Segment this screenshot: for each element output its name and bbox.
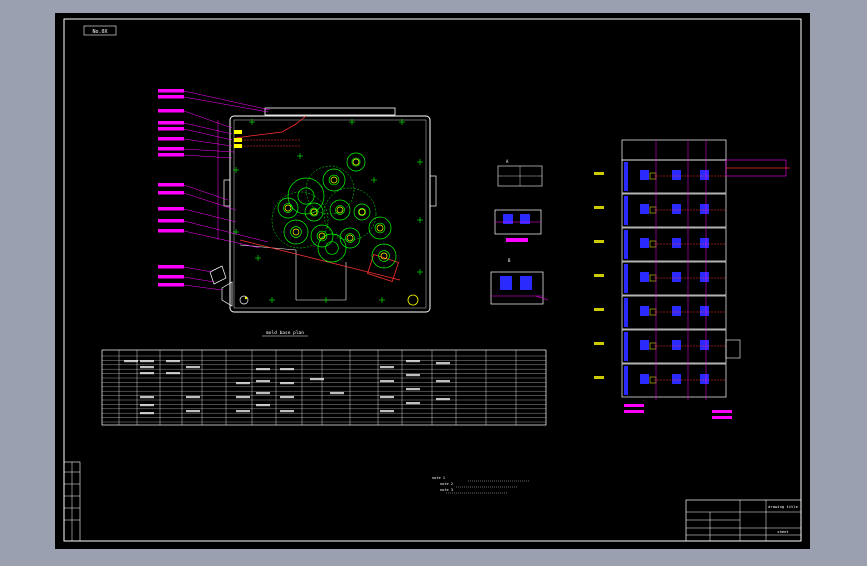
- callout-label: [158, 191, 184, 195]
- section-dimension: [594, 342, 604, 345]
- cad-drawing-canvas: No.0X mold base plan A B note 1 note 2 n…: [55, 13, 810, 549]
- section-callout: [712, 416, 732, 419]
- table-cell-entry: [256, 404, 270, 407]
- table-cell-entry: [140, 412, 154, 415]
- callout-label: [158, 207, 184, 211]
- sheet-tag: No.0X: [92, 29, 107, 35]
- table-cell-entry: [140, 372, 154, 375]
- table-cell-entry: [236, 396, 250, 399]
- table-cell-entry: [330, 392, 344, 395]
- section-dimension: [594, 240, 604, 243]
- section-callout: [624, 404, 644, 407]
- callout-label: [158, 283, 184, 287]
- table-cell-entry: [140, 404, 154, 407]
- callout-label: [158, 109, 184, 113]
- table-cell-entry: [280, 396, 294, 399]
- table-cell-entry: [310, 378, 324, 381]
- callout-label: [158, 147, 184, 151]
- table-cell-entry: [140, 366, 154, 369]
- svg-text:note 1: note 1: [432, 476, 445, 480]
- table-cell-entry: [380, 396, 394, 399]
- table-cell-entry: [186, 410, 200, 413]
- callout-label: [158, 121, 184, 125]
- callout-label: [158, 229, 184, 233]
- drawing-sheet: [55, 13, 810, 549]
- table-cell-entry: [186, 396, 200, 399]
- table-cell-entry: [406, 360, 420, 363]
- section-dimension: [594, 308, 604, 311]
- callout-label: [158, 183, 184, 187]
- title-block-sheet: sheet: [777, 529, 788, 534]
- callout-label: [158, 127, 184, 131]
- table-cell-entry: [256, 392, 270, 395]
- callout-label: [158, 95, 184, 99]
- callout-label: [158, 137, 184, 141]
- table-cell-entry: [166, 372, 180, 375]
- table-cell-entry: [186, 366, 200, 369]
- callout-label: [158, 219, 184, 223]
- section-dimension: [594, 172, 604, 175]
- table-cell-entry: [236, 410, 250, 413]
- table-cell-entry: [280, 382, 294, 385]
- section-dimension: [594, 274, 604, 277]
- table-cell-entry: [236, 382, 250, 385]
- svg-text:note 3: note 3: [440, 488, 453, 492]
- section-callout: [624, 410, 644, 413]
- cad-viewport[interactable]: No.0X mold base plan A B note 1 note 2 n…: [0, 0, 867, 562]
- callout-label: [158, 265, 184, 269]
- table-cell-entry: [406, 402, 420, 405]
- table-cell-entry: [256, 368, 270, 371]
- table-cell-entry: [280, 368, 294, 371]
- table-cell-entry: [436, 380, 450, 383]
- table-cell-entry: [380, 380, 394, 383]
- table-cell-entry: [140, 360, 154, 363]
- callout-label: [158, 89, 184, 93]
- table-cell-entry: [406, 374, 420, 377]
- table-cell-entry: [380, 366, 394, 369]
- table-cell-entry: [256, 380, 270, 383]
- title-block-title: drawing title: [768, 504, 798, 509]
- table-cell-entry: [436, 362, 450, 365]
- table-cell-entry: [436, 398, 450, 401]
- table-cell-entry: [140, 396, 154, 399]
- plan-caption: mold base plan: [266, 330, 304, 336]
- section-callout: [712, 410, 732, 413]
- table-cell-entry: [124, 360, 138, 363]
- table-cell-entry: [280, 410, 294, 413]
- section-dimension: [594, 376, 604, 379]
- table-cell-entry: [166, 360, 180, 363]
- svg-text:note 2: note 2: [440, 482, 453, 486]
- callout-label: [158, 275, 184, 279]
- callout-label: [158, 153, 184, 157]
- table-cell-entry: [406, 388, 420, 391]
- table-cell-entry: [380, 410, 394, 413]
- section-dimension: [594, 206, 604, 209]
